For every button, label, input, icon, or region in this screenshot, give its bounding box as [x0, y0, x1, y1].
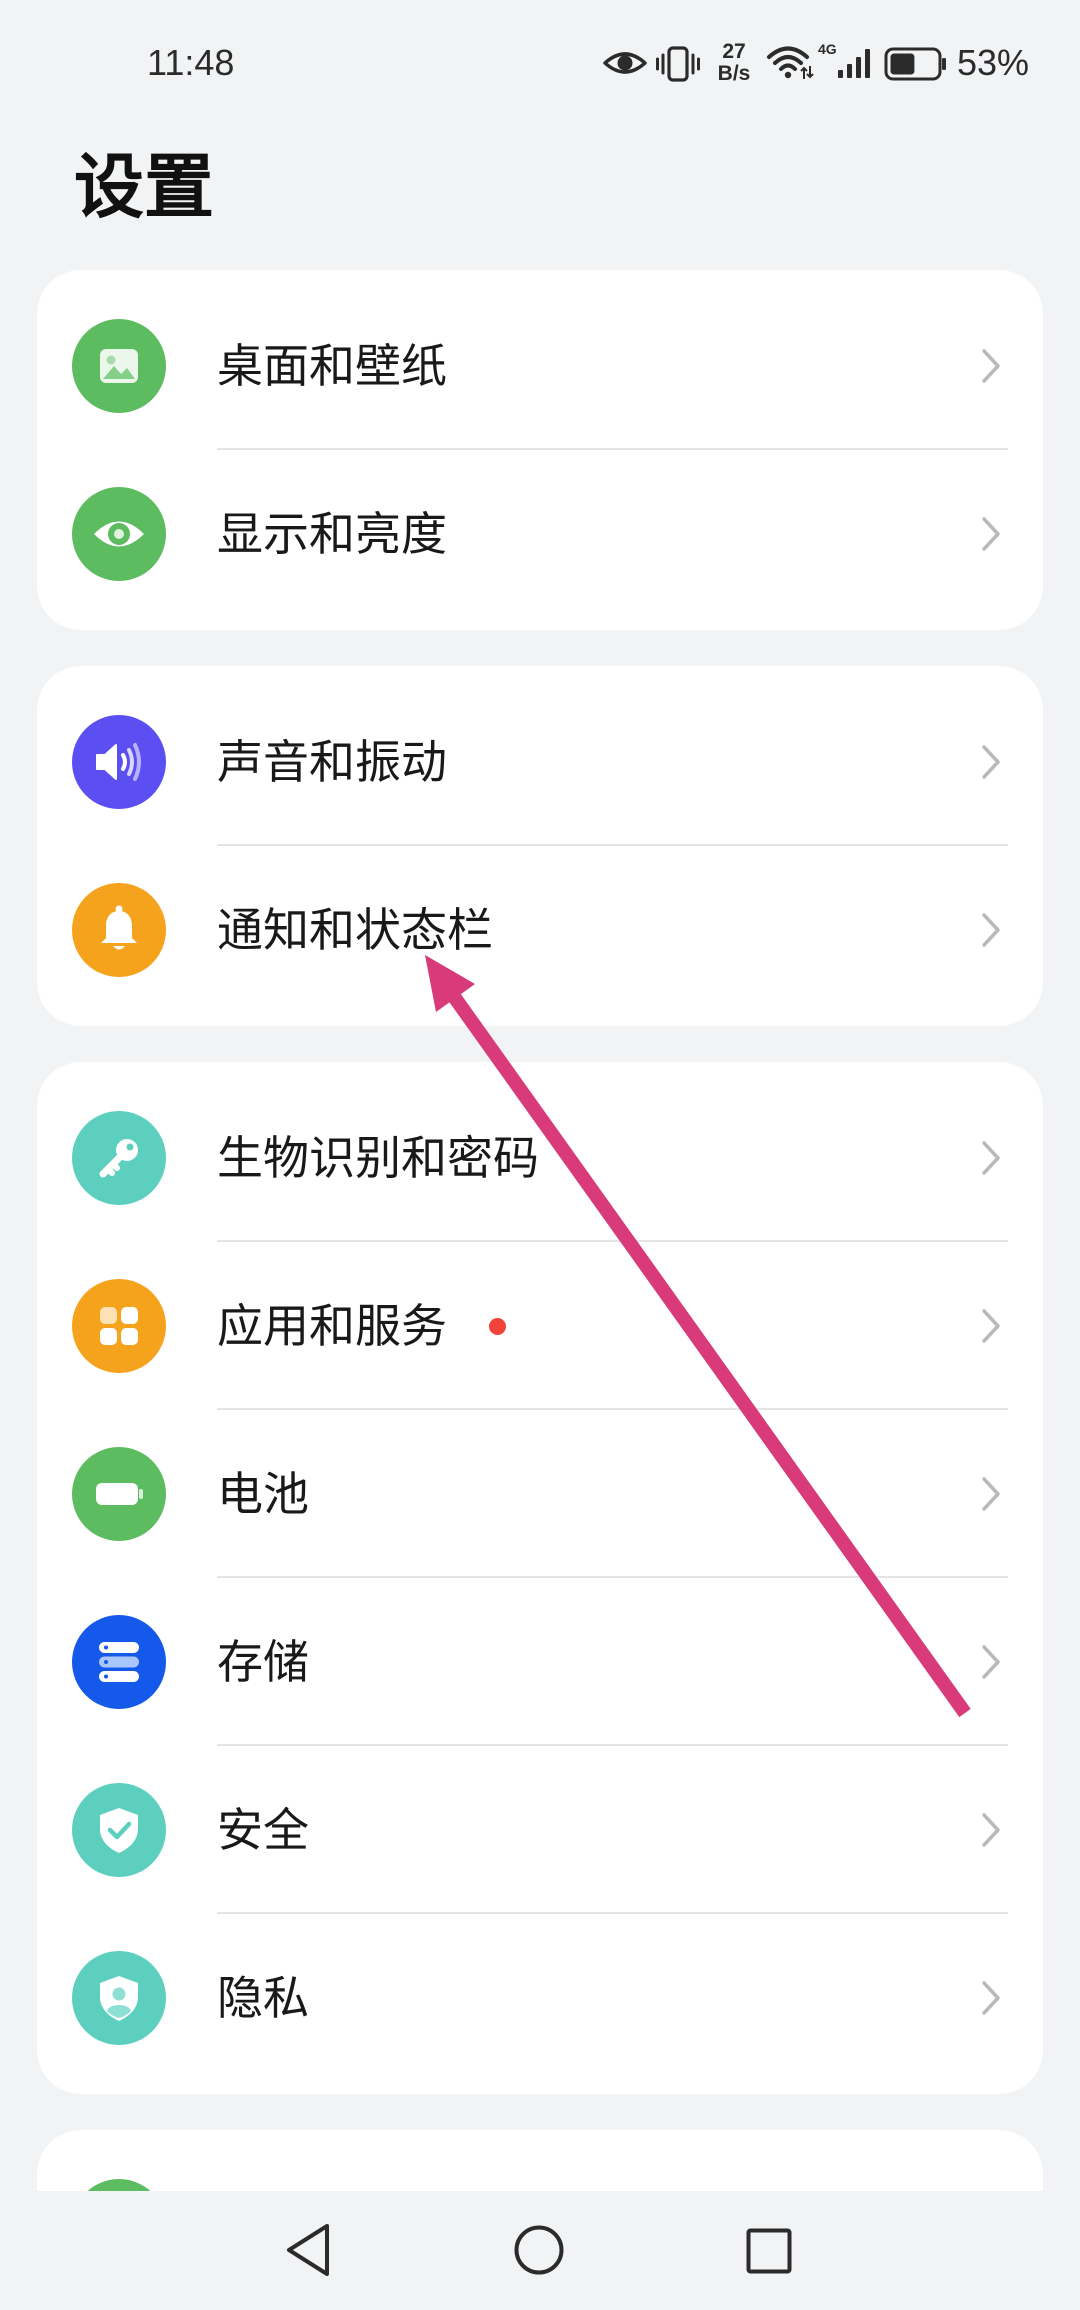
storage-icon [72, 1615, 166, 1709]
settings-item-wallpaper[interactable]: 桌面和壁纸 [37, 282, 1043, 450]
settings-group: 生物识别和密码 应用和服务 电池 存储 安全 隐私 [37, 1062, 1043, 2094]
network-type-label: 4G [818, 41, 837, 57]
navigation-bar [0, 2191, 1080, 2310]
settings-group: 声音和振动 通知和状态栏 [37, 666, 1043, 1026]
chevron-right-icon [981, 1644, 1001, 1680]
bell-icon [72, 883, 166, 977]
nav-home-button[interactable] [514, 2225, 564, 2275]
nav-back-button[interactable] [284, 2222, 332, 2278]
chevron-right-icon [981, 516, 1001, 552]
home-icon [514, 2225, 564, 2275]
battery-percent: 53% [957, 42, 1030, 83]
nav-recents-button[interactable] [746, 2228, 792, 2274]
chevron-right-icon [981, 912, 1001, 948]
settings-item-sound[interactable]: 声音和振动 [37, 678, 1043, 846]
eye-comfort-icon [602, 46, 648, 80]
status-time: 11:48 [147, 42, 235, 83]
network-speed: 27 B/s [711, 41, 757, 85]
back-icon [287, 2224, 329, 2276]
network-speed-value: 27 [722, 40, 746, 63]
recents-icon [746, 2228, 792, 2274]
settings-item-label: 显示和亮度 [217, 508, 447, 560]
settings-item-label: 声音和振动 [217, 736, 447, 788]
settings-item-label: 通知和状态栏 [217, 904, 493, 956]
chevron-right-icon [981, 1812, 1001, 1848]
chevron-right-icon [981, 1308, 1001, 1344]
vibrate-icon [655, 45, 701, 83]
settings-item-label: 存储 [217, 1636, 309, 1688]
settings-item-label: 安全 [217, 1804, 309, 1856]
settings-item-biometrics[interactable]: 生物识别和密码 [37, 1074, 1043, 1242]
key-icon [72, 1111, 166, 1205]
chevron-right-icon [981, 1140, 1001, 1176]
page-title: 设置 [74, 148, 214, 226]
settings-item-label: 电池 [217, 1468, 309, 1520]
settings-group: 桌面和壁纸 显示和亮度 [37, 270, 1043, 630]
chevron-right-icon [981, 744, 1001, 780]
network-speed-unit: B/s [717, 62, 751, 85]
signal-icon [836, 46, 874, 80]
chevron-right-icon [981, 348, 1001, 384]
wifi-icon [766, 44, 814, 82]
chevron-right-icon [981, 1980, 1001, 2016]
apps-grid-icon [72, 1279, 166, 1373]
settings-screen: 11:48 27 B/s 4G 53% 设置 桌面和壁纸 显示和亮度 声音和振动… [0, 0, 1080, 2310]
settings-item-battery[interactable]: 电池 [37, 1410, 1043, 1578]
settings-item-display[interactable]: 显示和亮度 [37, 450, 1043, 618]
settings-item-apps[interactable]: 应用和服务 [37, 1242, 1043, 1410]
battery-icon [72, 1447, 166, 1541]
speaker-icon [72, 715, 166, 809]
new-badge-dot [489, 1318, 506, 1335]
settings-item-notifications[interactable]: 通知和状态栏 [37, 846, 1043, 1014]
shield-check-icon [72, 1783, 166, 1877]
privacy-shield-icon [72, 1951, 166, 2045]
settings-item-label: 隐私 [217, 1972, 309, 2024]
settings-item-privacy[interactable]: 隐私 [37, 1914, 1043, 2082]
wallpaper-icon [72, 319, 166, 413]
chevron-right-icon [981, 1476, 1001, 1512]
settings-item-storage[interactable]: 存储 [37, 1578, 1043, 1746]
battery-status-icon [884, 47, 948, 81]
settings-item-label: 生物识别和密码 [217, 1132, 539, 1184]
settings-item-label: 应用和服务 [217, 1300, 447, 1352]
eye-icon [72, 487, 166, 581]
settings-item-label: 桌面和壁纸 [217, 340, 447, 392]
settings-item-security[interactable]: 安全 [37, 1746, 1043, 1914]
